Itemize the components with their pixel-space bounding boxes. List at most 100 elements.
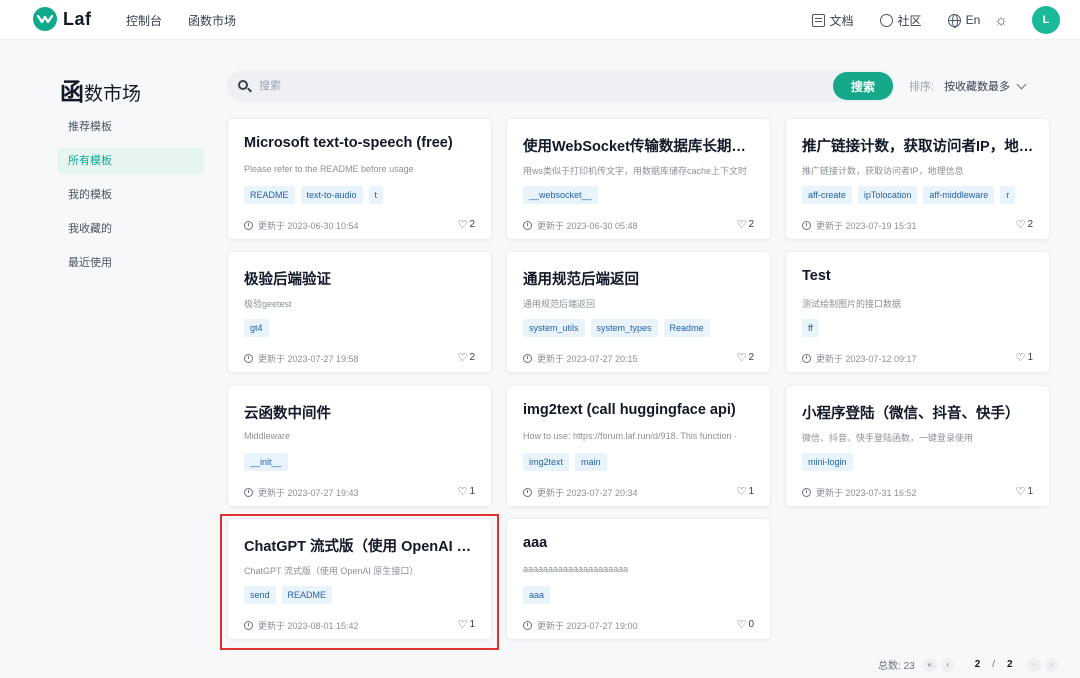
template-card[interactable]: img2text (call huggingface api) How to us… — [506, 385, 771, 507]
sidebar-item-favorites[interactable]: 我收藏的 — [58, 216, 204, 242]
clock-icon — [244, 354, 253, 363]
card-like-count: 1 — [1027, 352, 1033, 363]
card-like-count: 1 — [469, 486, 475, 497]
card-updated: 更新于 2023-07-27 20:15 — [523, 352, 638, 365]
sort-control[interactable]: 排序: 按收藏数最多 — [909, 78, 1027, 94]
card-description: 用ws类似于打印机传文字，用数据库储存cache上下文时 — [523, 166, 748, 176]
card-updated: 更新于 2023-07-19 15:31 — [802, 219, 917, 232]
card-like-button[interactable]: ♡ 0 — [737, 618, 754, 631]
page-title-rest: 数市场 — [84, 84, 142, 105]
card-like-button[interactable]: ♡ 2 — [458, 218, 475, 231]
total-pages: 2 — [1007, 659, 1013, 670]
language-label: En — [965, 13, 981, 27]
card-tag[interactable]: main — [575, 453, 607, 471]
card-tags: ff — [802, 319, 819, 337]
template-card[interactable]: 推广链接计数，获取访问者IP，地… 推广链接计数，获取访问者IP，地理信息 aff-… — [785, 118, 1050, 240]
card-tag[interactable]: img2text — [523, 453, 570, 471]
card-tags: system_utils system_types Readme — [523, 319, 710, 337]
card-like-button[interactable]: ♡ 1 — [1016, 485, 1033, 498]
card-like-button[interactable]: ♡ 2 — [737, 351, 754, 364]
document-icon — [811, 13, 825, 27]
card-tag[interactable]: README — [244, 186, 295, 204]
heart-icon: ♡ — [1015, 219, 1026, 231]
prev-page-button[interactable]: ‹ — [940, 657, 955, 672]
card-tag[interactable]: system_utils — [523, 319, 585, 337]
template-card[interactable]: 通用规范后端返回 通用规范后端返回 system_utils system_types… — [506, 251, 771, 373]
card-description: Please refer to the README before usage — [244, 164, 414, 174]
sidebar-item-recent[interactable]: 最近使用 — [58, 250, 204, 276]
card-like-button[interactable]: ♡ 2 — [458, 351, 475, 364]
card-updated-text: 更新于 2023-06-30 05:48 — [537, 221, 638, 231]
search-bar: 搜索 — [227, 70, 895, 102]
template-card[interactable]: 小程序登陆（微信、抖音、快手） 微信、抖音、快手登陆函数，一键登录使用 mini-l… — [785, 385, 1050, 507]
card-updated-text: 更新于 2023-07-27 19:58 — [258, 354, 359, 364]
card-like-button[interactable]: ♡ 1 — [458, 485, 475, 498]
search-input[interactable] — [259, 76, 819, 96]
card-description: Middleware — [244, 431, 291, 441]
card-tag[interactable]: text-to-audio — [300, 186, 363, 204]
template-card[interactable]: Test 测试绘制图片的接口数据 ff 更新于 2023-07-12 09:17 ♡ 1 — [785, 251, 1050, 373]
card-like-button[interactable]: ♡ 2 — [1016, 218, 1033, 231]
card-updated: 更新于 2023-07-31 16:52 — [802, 486, 917, 499]
last-page-button[interactable]: » — [1044, 657, 1059, 672]
card-tag[interactable]: __init__ — [244, 453, 288, 471]
template-card[interactable]: 云函数中间件 Middleware __init__ 更新于 2023-07-27 1… — [227, 385, 492, 507]
search-button[interactable]: 搜索 — [833, 72, 893, 100]
template-card[interactable]: Microsoft text-to-speech (free) Please re… — [227, 118, 492, 240]
card-tag[interactable]: ipTolocation — [857, 186, 918, 204]
community-link[interactable]: 社区 — [879, 12, 922, 29]
card-tag[interactable]: ff — [802, 319, 819, 337]
card-title: aaa — [523, 535, 548, 551]
user-avatar[interactable]: L — [1032, 6, 1060, 34]
card-updated: 更新于 2023-06-30 05:48 — [523, 219, 638, 232]
template-card[interactable]: aaa aaaaaaaaaaaaaaaaaaaaa aaa 更新于 2023-07-2… — [506, 518, 771, 640]
card-updated: 更新于 2023-07-27 19:00 — [523, 619, 638, 632]
header-actions: 文档 社区 En ☼ L — [811, 6, 1060, 34]
next-page-button[interactable]: › — [1026, 657, 1041, 672]
card-tag[interactable]: system_types — [590, 319, 658, 337]
heart-icon: ♡ — [457, 486, 468, 498]
card-updated-text: 更新于 2023-07-27 19:43 — [258, 488, 359, 498]
card-tags: mini-login — [802, 453, 853, 471]
template-card[interactable]: 使用WebSocket传输数据库长期储… 用ws类似于打印机传文字，用数据库储存c… — [506, 118, 771, 240]
docs-link[interactable]: 文档 — [811, 12, 854, 29]
card-tag[interactable]: __websocket__ — [523, 186, 598, 204]
sidebar-item-my-templates[interactable]: 我的模板 — [58, 182, 204, 208]
sidebar: 推荐模板 所有模板 我的模板 我收藏的 最近使用 — [58, 114, 204, 284]
sort-label: 排序: — [909, 81, 935, 93]
card-tag[interactable]: mini-login — [802, 453, 853, 471]
sidebar-item-recommended[interactable]: 推荐模板 — [58, 114, 204, 140]
card-tags: aff-create ipTolocation aff-middleware r — [802, 186, 1016, 204]
card-updated-text: 更新于 2023-07-27 20:34 — [537, 488, 638, 498]
community-label: 社区 — [897, 13, 922, 28]
heart-icon: ♡ — [1015, 486, 1026, 498]
nav-console[interactable]: 控制台 — [126, 12, 162, 29]
clock-icon — [523, 221, 532, 230]
card-like-button[interactable]: ♡ 2 — [737, 218, 754, 231]
card-title: 通用规范后端返回 — [523, 272, 639, 288]
card-like-count: 2 — [469, 352, 475, 363]
card-tag[interactable]: r — [1000, 186, 1016, 204]
theme-toggle-sun-icon[interactable]: ☼ — [994, 12, 1008, 29]
card-tag[interactable]: Readme — [663, 319, 710, 337]
card-tag[interactable]: t — [368, 186, 384, 204]
sidebar-item-all-templates[interactable]: 所有模板 — [58, 148, 204, 174]
clock-icon — [244, 221, 253, 230]
card-tag[interactable]: aff-create — [802, 186, 852, 204]
nav-function-market[interactable]: 函数市场 — [188, 12, 236, 29]
card-tag[interactable]: gt4 — [244, 319, 269, 337]
first-page-button[interactable]: « — [922, 657, 937, 672]
card-tag[interactable]: aaa — [523, 586, 551, 604]
logo[interactable]: Laf — [33, 7, 92, 31]
pagination: 总数: 23 « ‹ 2 / 2 › » — [878, 657, 1059, 672]
logo-text: Laf — [63, 8, 92, 29]
card-like-button[interactable]: ♡ 1 — [737, 485, 754, 498]
card-updated-text: 更新于 2023-07-27 20:15 — [537, 354, 638, 364]
language-switch[interactable]: En — [947, 13, 981, 28]
clock-icon — [802, 354, 811, 363]
current-page: 2 — [974, 659, 981, 670]
card-like-button[interactable]: ♡ 1 — [1016, 351, 1033, 364]
template-card[interactable]: 极验后端验证 极验geetest gt4 更新于 2023-07-27 19:58 ♡ 2 — [227, 251, 492, 373]
card-tag[interactable]: aff-middleware — [923, 186, 995, 204]
card-description: 测试绘制图片的接口数据 — [802, 299, 902, 309]
